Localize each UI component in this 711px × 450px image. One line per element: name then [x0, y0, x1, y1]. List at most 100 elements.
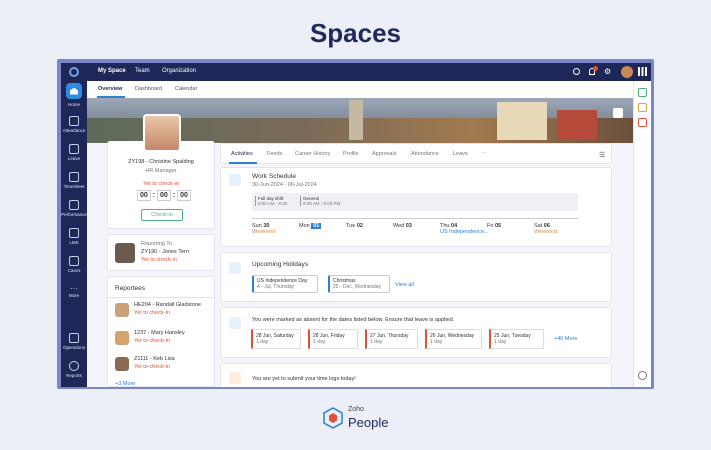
tab-approvals[interactable]: Approvals — [372, 151, 396, 157]
checkin-button[interactable]: Check-in — [141, 209, 183, 221]
notification-badge — [593, 66, 598, 71]
apps-grid-icon[interactable] — [638, 67, 647, 76]
day-thu[interactable]: Thu 04 US Independence... — [440, 223, 489, 235]
holiday-item[interactable]: US Independence Day 4 - Jul, Thursday — [252, 275, 318, 293]
absent-duration: 1 day — [313, 339, 326, 345]
help-icon[interactable] — [638, 371, 647, 380]
sidebar-item-reports[interactable]: Reports — [61, 361, 87, 378]
day-sat[interactable]: Sat 06 Weekend — [534, 223, 557, 235]
notes-icon[interactable] — [638, 103, 647, 112]
home-icon — [66, 83, 82, 99]
day-wed[interactable]: Wed 03 — [393, 223, 412, 229]
sidebar-item-label: Reports — [66, 373, 82, 378]
absent-more-link[interactable]: +40 More — [554, 336, 577, 342]
absent-date-item[interactable]: 26 Jun, Wednesday 1 day — [425, 329, 482, 349]
day-note: US Independence... — [440, 229, 489, 235]
sidebar-item-operations[interactable]: Operations — [61, 333, 87, 350]
shift-block-general[interactable]: General 9:00 AM - 6:00 PM — [300, 196, 340, 206]
reportees-more-link[interactable]: +3 More — [115, 381, 135, 387]
profile-card: ZY198 - Christine Spalding HR Manager Ye… — [107, 114, 215, 229]
timeline-axis — [252, 218, 578, 219]
active-tab-underline — [229, 162, 257, 164]
tab-career-history[interactable]: Career History — [295, 151, 330, 157]
tab-calendar[interactable]: Calendar — [175, 86, 197, 92]
sidebar-item-home[interactable]: Home — [61, 83, 87, 107]
sidebar-item-more[interactable]: ··· More — [61, 284, 87, 298]
work-schedule-card: Work Schedule 30-Jun-2024 - 06-Jul-2024 … — [220, 167, 612, 247]
tab-feeds[interactable]: Feeds — [267, 151, 282, 157]
sidebar-item-label: Timesheet — [63, 184, 85, 189]
tab-activities[interactable]: Activities — [231, 151, 253, 157]
tab-profile[interactable]: Profile — [343, 151, 359, 157]
sidebar-item-attendance[interactable]: Attendance — [61, 116, 87, 133]
chat-icon[interactable] — [638, 88, 647, 97]
day-mon[interactable]: Mon 01 — [299, 223, 322, 229]
absent-date-item[interactable]: 28 Jun, Saturday 1 day — [251, 329, 301, 349]
sidebar-item-cases[interactable]: Cases — [61, 256, 87, 273]
tab-overview[interactable]: Overview — [98, 86, 122, 92]
timelog-card: You are yet to submit your time logs tod… — [220, 363, 612, 387]
app-logo[interactable] — [61, 65, 87, 79]
reportee-name[interactable]: 1237 - Mary Hansley — [134, 330, 185, 336]
sidebar: Home Attendance Leave Timesheet Performa… — [61, 63, 87, 387]
profile-role: HR Manager — [145, 168, 177, 174]
holidays-title: Upcoming Holidays — [252, 261, 308, 268]
search-icon[interactable] — [573, 68, 580, 75]
nav-tab-team[interactable]: Team — [135, 68, 150, 74]
tab-dashboard[interactable]: Dashboard — [135, 86, 162, 92]
reportee-name[interactable]: Z1111 - Keb Lisa — [134, 356, 175, 362]
day-sun[interactable]: Sun 30 Weekend — [252, 223, 275, 235]
app-window: Home Attendance Leave Timesheet Performa… — [61, 63, 651, 387]
reports-icon — [69, 361, 79, 371]
absent-date-item[interactable]: 27 Jun, Thursday 1 day — [365, 329, 418, 349]
manager-status: Yet to check-in — [141, 257, 177, 263]
manager-name[interactable]: ZY190 - Jones Terri — [141, 249, 189, 255]
sidebar-item-performance[interactable]: Performance — [61, 200, 87, 217]
absent-date-item[interactable]: 25 Jun, Tuesday 1 day — [489, 329, 544, 349]
checkin-status: Yet to check-in — [143, 181, 179, 187]
house — [557, 110, 597, 140]
gear-icon[interactable]: ⚙ — [604, 67, 611, 76]
timesheet-icon — [69, 172, 79, 182]
holiday-date: 25 - Dec, Wednesday — [333, 284, 381, 290]
day-number: 01 — [311, 223, 322, 229]
sidebar-item-label: Attendance — [62, 128, 86, 133]
sidebar-item-timesheet[interactable]: Timesheet — [61, 172, 87, 189]
timer-hours: 00 — [137, 190, 151, 201]
edit-cover-button[interactable] — [613, 108, 623, 118]
shift-block-full-day[interactable]: Full day shift 9:00 AM - 6:00 — [255, 196, 287, 206]
day-note: Weekend — [252, 229, 276, 235]
tab-attendance[interactable]: Attendance — [411, 151, 439, 157]
view-all-link[interactable]: View all — [395, 282, 414, 288]
absent-date-item[interactable]: 28 Jun, Friday 1 day — [308, 329, 358, 349]
clock-icon — [229, 372, 241, 384]
reportee-name[interactable]: HE204 - Randall Gladstone — [134, 302, 201, 308]
day-number: 02 — [356, 223, 363, 229]
reportees-title: Reportees — [115, 285, 145, 292]
avatar[interactable] — [621, 66, 633, 78]
day-number: 03 — [405, 223, 412, 229]
lms-icon — [69, 228, 79, 238]
more-dots-icon: ··· — [70, 284, 78, 293]
holiday-item[interactable]: Christmas 25 - Dec, Wednesday — [328, 275, 390, 293]
absent-message: You were marked as absent for the dates … — [252, 317, 455, 323]
nav-tab-organization[interactable]: Organization — [162, 68, 196, 74]
alert-icon[interactable] — [638, 118, 647, 127]
checkin-timer: 00 : 00 : 00 — [137, 190, 191, 201]
nav-tab-my-space[interactable]: My Space — [98, 68, 126, 74]
profile-name: ZY198 - Christine Spalding — [128, 159, 194, 165]
reportee-photo — [115, 357, 129, 371]
sidebar-item-leave[interactable]: Leave — [61, 144, 87, 161]
activity-tabs: Activities Feeds Career History Profile … — [220, 143, 612, 164]
sidebar-item-lms[interactable]: LMS — [61, 228, 87, 245]
reportee-status: Yet to check-in — [134, 364, 170, 370]
day-tue[interactable]: Tue 02 — [346, 223, 363, 229]
reportee-status: Yet to check-in — [134, 310, 170, 316]
manager-photo — [115, 243, 135, 263]
tab-more[interactable]: ··· — [481, 150, 487, 156]
top-bar: My Space Team Organization ⚙ — [87, 63, 651, 81]
settings-sliders-icon[interactable]: ☰ — [599, 151, 605, 159]
tab-leave[interactable]: Leave — [453, 151, 468, 157]
reporting-to-card: Reporting To ZY190 - Jones Terri Yet to … — [107, 234, 215, 271]
day-fri[interactable]: Fri 05 — [487, 223, 501, 229]
